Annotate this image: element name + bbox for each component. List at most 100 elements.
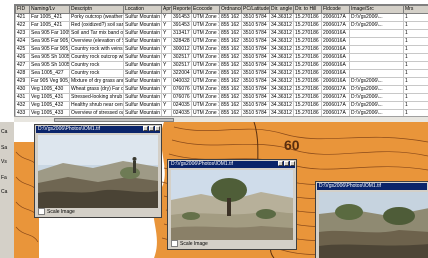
layer-item[interactable]: Fa (1, 174, 13, 182)
maximize-button[interactable] (149, 126, 154, 131)
table-cell: 855 162 (219, 53, 242, 62)
table-cell: Country rock (69, 69, 124, 78)
table-cell: 855 162 (219, 85, 242, 94)
column-header[interactable]: Location (123, 5, 162, 14)
table-cell: 2006017A (321, 13, 350, 22)
scale-image-label: Scale Image (180, 240, 208, 247)
table-row[interactable]: 421Far 1005_421Porky outcrop (weathered … (15, 13, 428, 22)
photo-window[interactable]: D:\Vgs2006\Photos\IOM1.tif Scale Image (34, 124, 162, 218)
map-label: 60 (284, 137, 300, 153)
table-cell: 3510 5784 (241, 45, 270, 54)
photo-window[interactable]: D:\Vgs2006\Photos\IOM1.tif Scale Image (167, 159, 297, 250)
table-cell: Sea 1005_427 (29, 69, 70, 78)
table-cell: Sulfur Mountain (123, 21, 162, 30)
table-cell: Sulfur Mountain (123, 53, 162, 62)
table-row[interactable]: 425Sea 905 Far 905_425Country rock with … (15, 45, 428, 54)
column-header[interactable]: Image/Src (349, 5, 404, 14)
table-cell: UTM Zone 11 (191, 13, 220, 22)
table-cell: 15.270186 (293, 85, 322, 94)
table-cell: Sulfur Mountain (123, 101, 162, 110)
table-cell: 1 (403, 53, 428, 62)
table-cell: Sea 905 Sh 1005_425 (29, 61, 70, 70)
table-cell (349, 69, 404, 78)
scale-image-option[interactable]: Scale Image (171, 240, 208, 247)
column-header[interactable]: Descriptn (69, 5, 124, 14)
table-cell: Y (161, 45, 172, 54)
table-cell: Y (161, 85, 172, 94)
table-cell: 15.270186 (293, 13, 322, 22)
table-cell: 855 162 (219, 61, 242, 70)
table-cell: 040032 (171, 77, 192, 86)
table-body: 421Far 1005_421Porky outcrop (weathered … (15, 13, 428, 117)
table-row[interactable]: 430Veg 1005_430Wheat grass (dry) Far of … (15, 85, 428, 94)
close-button[interactable] (290, 161, 295, 166)
table-row[interactable]: 432Veg 1005_432Healthy shrub near center… (15, 101, 428, 110)
column-header[interactable]: Ordnance (219, 5, 242, 14)
column-header[interactable]: Naming/Lv (29, 5, 70, 14)
scale-image-option[interactable]: Scale Image (38, 208, 75, 215)
column-header[interactable]: Ecocode (191, 5, 220, 14)
table-cell: Veg 1005_430 (29, 85, 70, 94)
table-cell: 313417 (171, 29, 192, 38)
table-row[interactable]: 427Sea 905 Sh 1005_425Country rockSulfur… (15, 61, 428, 70)
table-cell: Sulfur Mountain (123, 93, 162, 102)
table-cell: Overview (elevation of Swamp... (69, 37, 124, 46)
table-row[interactable]: 429Far 905 Veg 905_428Mixture of dry gra… (15, 77, 428, 86)
table-cell: UTM Zone 11 (191, 45, 220, 54)
table-cell: 426 (15, 53, 30, 62)
close-button[interactable] (155, 126, 160, 131)
table-row[interactable]: 426Sea 905 Sh 1005_425Country rock outcr… (15, 53, 428, 62)
scale-image-checkbox[interactable] (171, 240, 178, 247)
table-row[interactable]: 431Veg 1005_431Stressed-looking shrub NE… (15, 93, 428, 102)
table-cell (349, 53, 404, 62)
table-cell: 15.270186 (293, 61, 322, 70)
table-cell: 34.36312 (269, 101, 294, 110)
table-row[interactable]: 424Sea 905 Far 905_424Overview (elevatio… (15, 37, 428, 46)
table-row[interactable]: 423Sea 905 Far 1005_424Soil and Tar mix … (15, 29, 428, 38)
table-cell: 2006017A (321, 85, 350, 94)
table-cell: 855 162 (219, 21, 242, 30)
table-cell: 15.270186 (293, 45, 322, 54)
column-header[interactable]: Mrs (403, 5, 428, 14)
table-cell: Sulfur Mountain (123, 45, 162, 54)
table-cell: 2006016A (321, 29, 350, 38)
table-cell: 431 (15, 93, 30, 102)
layer-item[interactable]: Vs (1, 158, 13, 166)
table-cell: 34.36312 (269, 13, 294, 22)
table-cell: Y (161, 53, 172, 62)
column-header[interactable]: FID (15, 5, 30, 14)
photo-window[interactable]: D:\Vgs2006\Photos\IOM1.tif (315, 181, 428, 258)
table-cell: Sea 905 Far 905_424 (29, 37, 70, 46)
table-cell: 15.270186 (293, 29, 322, 38)
table-cell: Sulfur Mountain (123, 61, 162, 70)
column-header[interactable]: Dir. angle (269, 5, 294, 14)
maximize-button[interactable] (284, 161, 289, 166)
column-header[interactable]: Fldcode (321, 5, 350, 14)
minimize-button[interactable] (278, 161, 283, 166)
table-row[interactable]: 422Far 1005_421Red (oxidized?) soil sand… (15, 21, 428, 30)
column-header[interactable]: Reporter (171, 5, 192, 14)
table-cell: UTM Zone 11 (191, 77, 220, 86)
window-controls (277, 161, 295, 166)
table-cell: Porky outcrop (weathered f... (69, 13, 124, 22)
window-titlebar[interactable]: D:\Vgs2006\Photos\IOM1.tif (317, 183, 427, 190)
table-cell: 15.270186 (293, 77, 322, 86)
table-row[interactable]: 428 Sea 1005_427 Country rock Sulfur Mounta… (15, 69, 428, 78)
table-cell: Y (161, 21, 172, 30)
column-header[interactable]: PC/Latitude (241, 5, 270, 14)
table-cell: 15.270186 (293, 53, 322, 62)
table-cell: 34.36312 (269, 29, 294, 38)
minimize-button[interactable] (143, 126, 148, 131)
table-cell: Sulfur Mountain (123, 85, 162, 94)
table-cell: 3510 5784 (241, 69, 270, 78)
layer-item[interactable]: Ca (1, 188, 13, 196)
table-header-row: FID Naming/Lv Descriptn Location ApnP Re… (15, 5, 428, 14)
scale-image-checkbox[interactable] (38, 208, 45, 215)
layer-item[interactable]: Sa (1, 144, 13, 152)
column-header[interactable]: Dir. to Hill (293, 5, 322, 14)
table-cell: UTM Zone 11 (191, 69, 220, 78)
table-cell: Far 905 Veg 905_428 (29, 77, 70, 86)
column-header[interactable]: ApnP (161, 5, 172, 14)
table-cell: 3510 5784 (241, 37, 270, 46)
layer-item[interactable]: Ca (1, 128, 13, 136)
